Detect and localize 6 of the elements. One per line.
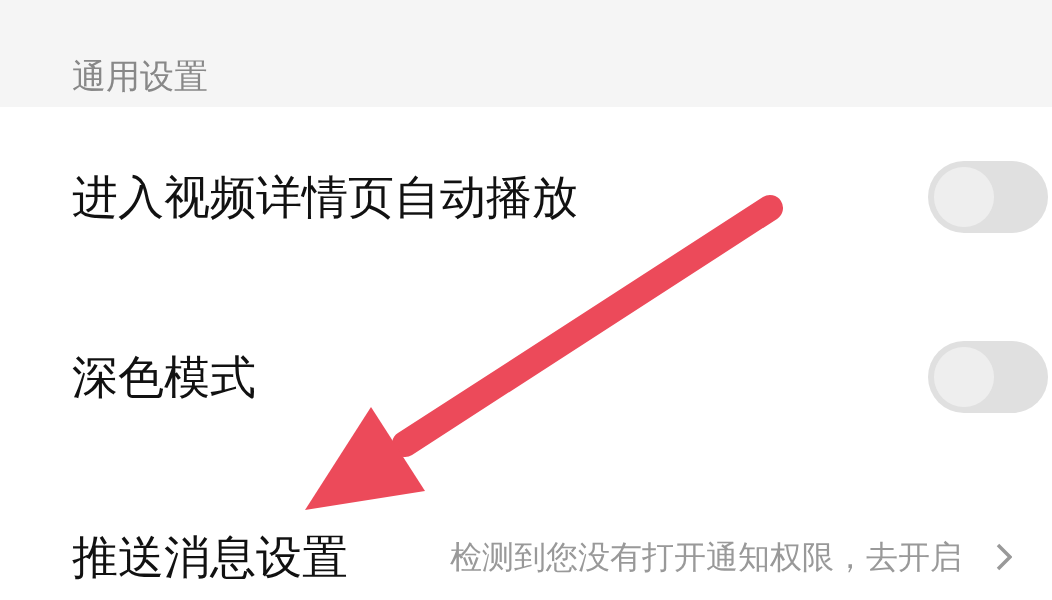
section-title: 通用设置 — [72, 59, 208, 93]
setting-label: 推送消息设置 — [72, 534, 348, 580]
chevron-right-icon — [996, 543, 1012, 571]
setting-label: 深色模式 — [72, 354, 256, 400]
permission-hint-link[interactable]: 检测到您没有打开通知权限，去开启 — [450, 541, 962, 573]
setting-label: 进入视频详情页自动播放 — [72, 174, 578, 220]
